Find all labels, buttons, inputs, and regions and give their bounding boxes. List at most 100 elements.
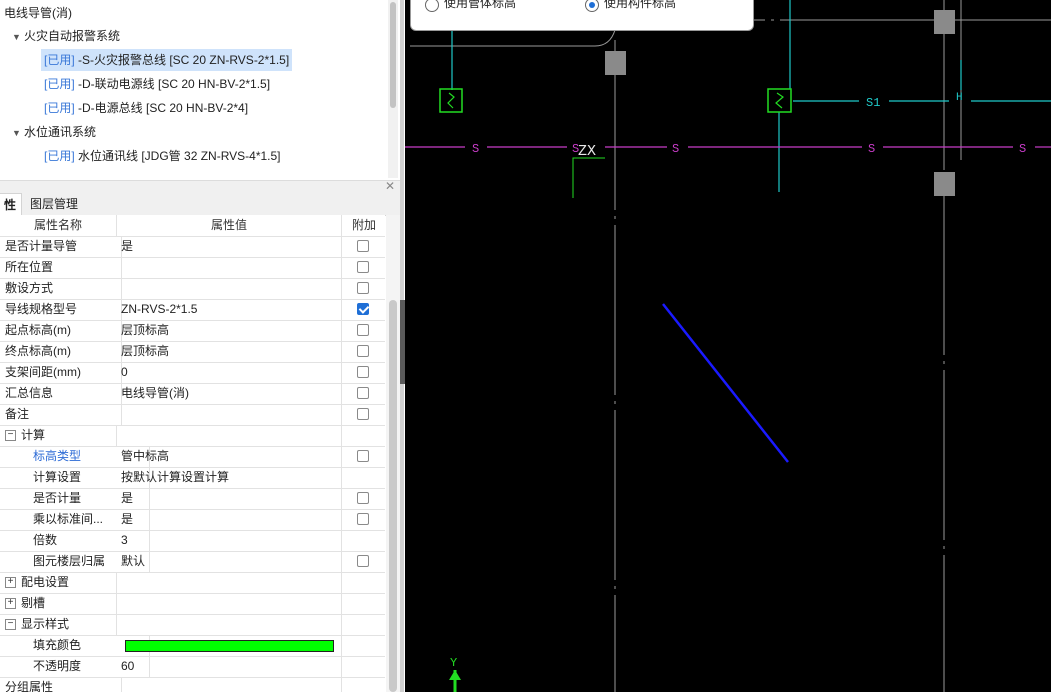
checkbox[interactable] <box>357 324 369 336</box>
caret-down-icon[interactable]: ▼ <box>12 122 24 144</box>
property-row[interactable]: 导线规格型号 ZN-RVS-2*1.5 <box>0 299 385 321</box>
property-value[interactable]: ZN-RVS-2*1.5 <box>117 299 342 320</box>
property-row[interactable]: 终点标高(m) 层顶标高 <box>0 341 385 363</box>
property-value[interactable]: 电线导管(消) <box>117 383 342 404</box>
property-row[interactable]: 备注 <box>0 404 385 426</box>
property-row[interactable]: 图元楼层归属 默认 <box>0 551 385 573</box>
property-row[interactable]: 倍数 3 <box>0 530 385 552</box>
property-row[interactable]: 敷设方式 <box>0 278 385 300</box>
tree-item-tag: [已用] <box>44 77 75 91</box>
checkbox[interactable] <box>357 492 369 504</box>
checkbox[interactable] <box>357 408 369 420</box>
checkbox-checked[interactable] <box>357 303 369 315</box>
y-axis-label: Y <box>450 656 457 670</box>
checkbox[interactable] <box>357 450 369 462</box>
property-value[interactable] <box>117 614 342 635</box>
property-value[interactable]: 0 <box>117 362 342 383</box>
group-calc[interactable]: − 计算 <box>0 425 385 447</box>
group-power[interactable]: + 配电设置 <box>0 572 385 594</box>
property-value[interactable] <box>117 257 342 278</box>
panel-splitter[interactable]: ✕ <box>0 179 401 193</box>
tree-item[interactable]: [已用] -D-联动电源线 [SC 20 HN-BV-2*1.5] <box>44 73 270 95</box>
property-label: 填充颜色 <box>33 638 82 652</box>
property-row[interactable]: 计算设置 按默认计算设置计算 <box>0 467 385 489</box>
property-value[interactable]: 按默认计算设置计算 <box>117 467 342 488</box>
property-value[interactable] <box>117 425 342 446</box>
property-row[interactable]: 是否计量导管 是 <box>0 236 385 258</box>
property-value[interactable]: 管中标高 <box>117 446 342 467</box>
collapse-icon[interactable]: − <box>5 430 16 442</box>
radio-body-elevation-label[interactable]: 使用管体标高 <box>444 0 516 11</box>
property-row[interactable]: 不透明度 60 <box>0 656 385 678</box>
property-value[interactable] <box>117 572 342 593</box>
expand-icon[interactable]: + <box>5 598 16 610</box>
selected-wire[interactable] <box>662 303 789 463</box>
property-value[interactable] <box>117 677 342 692</box>
property-name: 备注 <box>0 404 122 425</box>
property-label: 图元楼层归属 <box>33 554 106 568</box>
tree-item-label: 水位通讯线 [JDG管 32 ZN-RVS-4*1.5] <box>78 149 281 163</box>
caret-down-icon[interactable]: ▼ <box>12 26 24 48</box>
extra-header-label: 附加 <box>351 218 376 232</box>
property-row[interactable]: 乘以标准间... 是 <box>0 509 385 531</box>
radio-body-elevation[interactable] <box>425 0 439 12</box>
group-attributes[interactable]: 分组属性 <box>0 677 385 692</box>
property-value-text: ZN-RVS-2*1.5 <box>121 302 198 316</box>
property-value[interactable] <box>117 593 342 614</box>
tree-item[interactable]: [已用] -D-电源总线 [SC 20 HN-BV-2*4] <box>44 97 248 119</box>
property-row[interactable]: 起点标高(m) 层顶标高 <box>0 320 385 342</box>
radio-component-elevation-label[interactable]: 使用构件标高 <box>604 0 676 11</box>
tree-group-water[interactable]: ▼ 水位通讯系统 <box>12 121 96 143</box>
checkbox[interactable] <box>357 282 369 294</box>
property-row[interactable]: 汇总信息 电线导管(消) <box>0 383 385 405</box>
property-row[interactable]: 标高类型 管中标高 <box>0 446 385 468</box>
property-value-text: 属性值 <box>210 218 247 232</box>
property-row[interactable]: 支架间距(mm) 0 <box>0 362 385 384</box>
property-row[interactable]: 所在位置 <box>0 257 385 279</box>
property-value[interactable] <box>117 635 342 656</box>
property-name: 终点标高(m) <box>0 341 122 362</box>
tab-properties[interactable]: 性 <box>0 193 23 216</box>
checkbox[interactable] <box>357 513 369 525</box>
tree-scroll-thumb[interactable] <box>390 2 396 108</box>
property-label: 计算设置 <box>33 470 82 484</box>
column-block[interactable] <box>934 172 955 196</box>
property-value[interactable] <box>117 278 342 299</box>
column-block[interactable] <box>934 10 955 34</box>
tree-item[interactable]: [已用] 水位通讯线 [JDG管 32 ZN-RVS-4*1.5] <box>44 145 281 167</box>
checkbox[interactable] <box>357 261 369 273</box>
property-value[interactable]: 层顶标高 <box>117 341 342 362</box>
cad-drawing[interactable]: S1 H S S S S S ZX Y <box>405 0 1051 692</box>
property-value[interactable]: 是 <box>117 488 342 509</box>
close-icon[interactable]: ✕ <box>385 179 395 193</box>
property-value[interactable]: 是 <box>117 509 342 530</box>
property-row[interactable]: 填充颜色 <box>0 635 385 657</box>
collapse-icon[interactable]: − <box>5 619 16 631</box>
group-groove[interactable]: + 剔槽 <box>0 593 385 615</box>
column-block[interactable] <box>605 51 626 75</box>
property-value[interactable]: 默认 <box>117 551 342 572</box>
property-row[interactable]: 是否计量 是 <box>0 488 385 510</box>
property-value-text: 是 <box>121 512 134 526</box>
radio-component-elevation[interactable] <box>585 0 599 12</box>
tab-layers[interactable]: 图层管理 <box>25 193 83 215</box>
property-value[interactable]: 60 <box>117 656 342 677</box>
property-value[interactable]: 是 <box>117 236 342 257</box>
expand-icon[interactable]: + <box>5 577 16 589</box>
tree-root[interactable]: 电线导管(消) <box>4 2 72 24</box>
grid-scroll-thumb[interactable] <box>389 300 397 692</box>
tree-item-label: -D-电源总线 [SC 20 HN-BV-2*4] <box>78 101 249 115</box>
group-display[interactable]: − 显示样式 <box>0 614 385 636</box>
checkbox[interactable] <box>357 240 369 252</box>
cad-canvas[interactable]: S1 H S S S S S ZX Y <box>405 0 1051 692</box>
property-value[interactable]: 3 <box>117 530 342 551</box>
property-value[interactable] <box>117 404 342 425</box>
checkbox[interactable] <box>357 366 369 378</box>
property-value[interactable]: 层顶标高 <box>117 320 342 341</box>
fill-color-swatch[interactable] <box>125 640 334 652</box>
checkbox[interactable] <box>357 555 369 567</box>
tree-group-fire[interactable]: ▼ 火灾自动报警系统 <box>12 25 120 47</box>
checkbox[interactable] <box>357 345 369 357</box>
tree-item[interactable]: [已用] -S-火灾报警总线 [SC 20 ZN-RVS-2*1.5] <box>41 49 293 71</box>
checkbox[interactable] <box>357 387 369 399</box>
